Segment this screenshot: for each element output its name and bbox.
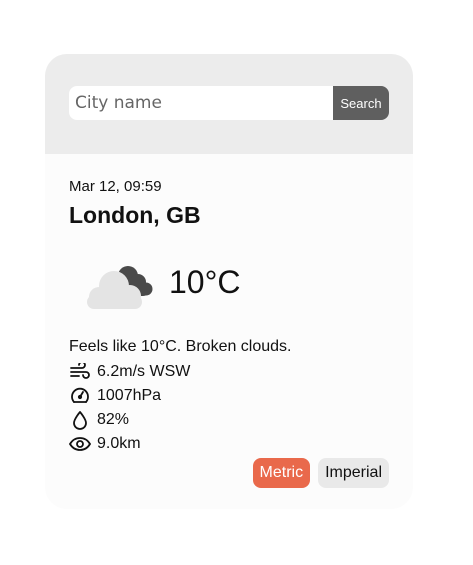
imperial-button[interactable]: Imperial — [318, 458, 389, 488]
visibility-value: 9.0km — [97, 435, 141, 452]
date-time: Mar 12, 09:59 — [69, 178, 162, 195]
city-search-input[interactable] — [69, 86, 333, 120]
humidity-row: 82% — [69, 409, 129, 431]
pressure-gauge-icon — [69, 385, 91, 407]
wind-icon — [69, 361, 91, 383]
search-button[interactable]: Search — [333, 86, 389, 120]
wind-value: 6.2m/s WSW — [97, 363, 191, 380]
temperature: 10°C — [169, 264, 241, 300]
wind-row: 6.2m/s WSW — [69, 361, 190, 383]
location-title: London, GB — [69, 202, 201, 228]
pressure-row: 1007hPa — [69, 385, 161, 407]
visibility-eye-icon — [69, 433, 91, 455]
unit-toggle: Metric Imperial — [252, 458, 389, 488]
broken-clouds-icon — [87, 266, 153, 309]
metric-button[interactable]: Metric — [252, 458, 311, 488]
humidity-value: 82% — [97, 411, 130, 428]
search-bar: Search — [45, 54, 413, 154]
weather-card: Search Mar 12, 09:59 London, GB 10°C Fee… — [45, 54, 413, 509]
humidity-drop-icon — [69, 409, 91, 431]
pressure-value: 1007hPa — [97, 387, 162, 404]
visibility-row: 9.0km — [69, 433, 141, 455]
weather-description: Feels like 10°C. Broken clouds. — [69, 338, 292, 355]
